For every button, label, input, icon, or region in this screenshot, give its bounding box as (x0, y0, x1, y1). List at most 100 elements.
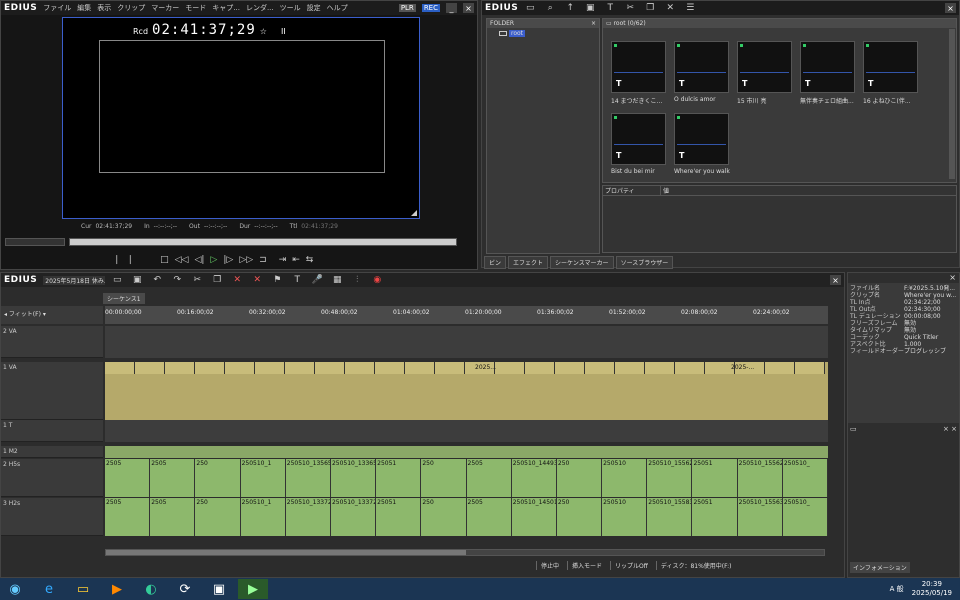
audio-clip[interactable]: 2505 (105, 459, 151, 497)
menu-item-10[interactable]: ヘルプ (327, 4, 348, 12)
audio-clip[interactable]: 250510_13372... (331, 498, 377, 536)
audio-clip[interactable]: 2505 (150, 498, 196, 536)
audio-clip[interactable]: 250510_15562... (647, 459, 693, 497)
minimize-button[interactable]: _ (446, 3, 457, 13)
time-ruler[interactable]: 00:00:00;00 00:16:00;02 00:32:00;02 00:48:0… (105, 306, 828, 324)
video-clip[interactable] (795, 362, 825, 374)
clip-thumbnail[interactable]: T (674, 41, 729, 93)
audio-clip[interactable]: 25051 (692, 459, 738, 497)
timeline-close-button[interactable]: × (830, 275, 841, 285)
clip-thumbnail[interactable]: T (611, 41, 666, 93)
track-lane-va1[interactable]: 2025... 2025-... (105, 362, 828, 420)
video-clip[interactable] (195, 362, 225, 374)
audio-clip[interactable]: 2505 (150, 459, 196, 497)
video-clip[interactable] (555, 362, 585, 374)
audio-clip[interactable]: 250510_155639_FR... (738, 498, 783, 536)
fast-forward-icon[interactable]: ▷▷ (239, 255, 253, 265)
video-clip[interactable] (675, 362, 705, 374)
close-icon[interactable]: × × (943, 425, 957, 435)
folder-icon[interactable]: ▭ (850, 425, 857, 435)
resize-grip-icon[interactable] (411, 210, 417, 216)
clip-thumbnail[interactable]: T (800, 41, 855, 93)
track-header-h2s[interactable]: 3 H2s (1, 498, 103, 536)
audio-clip[interactable]: 250510_145011... (512, 498, 557, 536)
undo-icon[interactable]: ↶ (151, 274, 163, 286)
close-button[interactable]: × (463, 3, 474, 13)
replace-icon[interactable]: ⇆ (306, 255, 314, 265)
stop-icon[interactable]: □ (160, 255, 169, 265)
audio-clip[interactable]: 2505 (105, 498, 151, 536)
bin-tab-0[interactable]: ビン (484, 256, 507, 269)
fit-dropdown[interactable]: ◂ フィット(F) ▾ (1, 306, 103, 324)
marker-icon[interactable]: ⚑ (271, 274, 283, 286)
video-clip[interactable] (405, 362, 435, 374)
render-icon[interactable]: ▦ (331, 274, 343, 286)
delete-icon[interactable]: ✕ (231, 274, 243, 286)
video-clip[interactable] (285, 362, 315, 374)
edius-icon[interactable]: ▶ (238, 579, 268, 599)
menu-item-2[interactable]: 表示 (97, 4, 111, 12)
copy-icon[interactable]: ❐ (211, 274, 223, 286)
audio-clip[interactable]: 250510 (602, 498, 648, 536)
menu-item-8[interactable]: ツール (280, 4, 301, 12)
clip-thumbnail[interactable]: T (611, 113, 666, 165)
menu-item-4[interactable]: マーカー (151, 4, 179, 12)
audio-clip[interactable]: 250 (421, 498, 467, 536)
rewind-icon[interactable]: ◁◁ (175, 255, 189, 265)
start-icon[interactable]: ◉ (0, 579, 30, 599)
track-lane-m2[interactable] (105, 446, 828, 458)
root-folder[interactable]: root (487, 28, 599, 39)
menu-item-5[interactable]: モード (185, 4, 206, 12)
video-clip[interactable] (105, 362, 135, 374)
video-clip[interactable] (345, 362, 375, 374)
window-icon[interactable]: ▣ (204, 579, 234, 599)
position-slider[interactable] (69, 238, 457, 246)
info-tab[interactable]: インフォメーション (850, 562, 910, 573)
audio-clip[interactable]: 250510_133725... (286, 498, 331, 536)
timeline-hscroll[interactable] (105, 549, 825, 556)
audio-clip[interactable]: 250510_144939... (512, 459, 557, 497)
clip-thumbnail[interactable]: T (863, 41, 918, 93)
audio-clip[interactable]: 25051 (376, 459, 422, 497)
audio-clip[interactable]: 250510_1 (241, 459, 286, 497)
cut-icon[interactable]: ✂ (191, 274, 203, 286)
step-forward-icon[interactable]: |▷ (223, 255, 233, 265)
insert-icon[interactable]: ⇥ (279, 255, 287, 265)
properties-icon[interactable]: ☰ (684, 2, 696, 14)
bin-scrollbar[interactable] (949, 29, 955, 179)
edge-icon[interactable]: ◐ (136, 579, 166, 599)
loop-icon[interactable]: ⊐ (259, 255, 267, 265)
save-icon[interactable]: ▣ (131, 274, 143, 286)
audio-clip[interactable]: 250510_1 (241, 498, 286, 536)
video-clip[interactable] (435, 362, 465, 374)
info-close-icon[interactable]: × (848, 273, 959, 283)
add-clip-icon[interactable]: ▣ (584, 2, 596, 14)
audio-clip[interactable]: 250510_ (783, 498, 828, 536)
video-clip[interactable] (615, 362, 645, 374)
audio-clip[interactable]: 2505 (467, 459, 512, 497)
bin-tab-2[interactable]: シーケンスマーカー (550, 256, 614, 269)
media-icon[interactable]: ▶ (102, 579, 132, 599)
new-sequence-icon[interactable]: ▭ (111, 274, 123, 286)
audio-clip[interactable]: 250510_15583... (647, 498, 693, 536)
video-clip[interactable] (525, 362, 555, 374)
explorer-icon[interactable]: ▭ (68, 579, 98, 599)
overwrite-icon[interactable]: ⇤ (292, 255, 300, 265)
bin-close-button[interactable]: × (945, 3, 956, 13)
plr-toggle[interactable]: PLR (398, 4, 416, 12)
video-clip[interactable] (165, 362, 195, 374)
set-in-icon[interactable]: ❘ (113, 255, 121, 265)
sequence-tab[interactable]: シーケンス1 (103, 293, 145, 304)
audio-clip[interactable]: 250 (557, 459, 603, 497)
track-header-t1[interactable]: 1 T (1, 420, 103, 442)
play-icon[interactable]: ▷ (210, 255, 217, 265)
audio-clip[interactable]: 250510_13365... (331, 459, 377, 497)
track-lane-h5s[interactable]: 25052505250250510_1250510_135656...25051… (105, 459, 828, 497)
copy-icon[interactable]: ❐ (644, 2, 656, 14)
delete-icon[interactable]: ✕ (664, 2, 676, 14)
set-out-icon[interactable]: ❘ (127, 255, 135, 265)
mixer-icon[interactable]: ⫶ (351, 274, 363, 286)
folder-close-icon[interactable]: × (591, 20, 596, 27)
audio-clip[interactable]: 250 (195, 459, 241, 497)
track-lane-t1[interactable] (105, 420, 828, 442)
